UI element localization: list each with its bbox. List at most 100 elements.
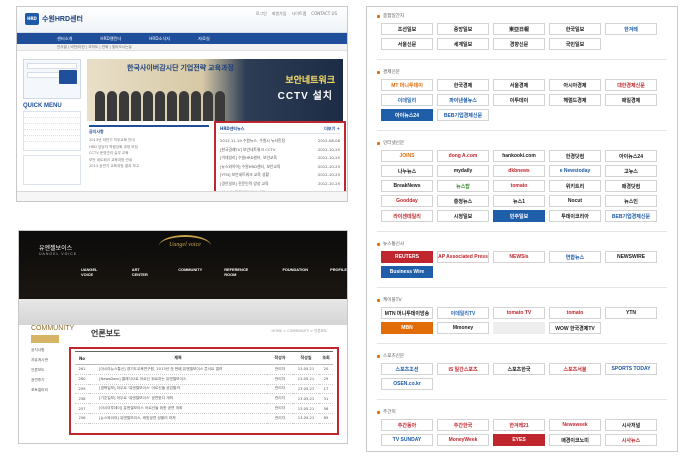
hrd-news-row[interactable]: [뉴스와이어] 수원HRD센터, 보안교육 2012-10-25 — [220, 163, 340, 172]
media-logo-tile[interactable]: IS 일간스포츠 — [437, 363, 489, 375]
row-title[interactable]: [아시아투데이] 유엔젤보이스 어르신들 위한 공연 개최 — [89, 403, 267, 414]
media-logo-tile[interactable]: 뉴스탑 — [437, 180, 489, 192]
media-logo-tile[interactable]: hankooki.com — [493, 150, 545, 162]
hrd-sub-nav[interactable]: 인사말 | 비전/미션 | 조직도 | 연혁 | 찾아오시는길 — [17, 44, 347, 51]
hrd-board-row[interactable]: 2013 상반기 교육과정 결과 보고 — [89, 163, 209, 170]
media-logo-tile[interactable]: EYES — [493, 434, 545, 446]
media-logo-tile[interactable]: 충청뉴스 — [437, 195, 489, 207]
media-logo-tile[interactable]: 연합뉴스 — [549, 251, 601, 263]
media-logo-tile[interactable]: 이데일리TV — [437, 307, 489, 319]
media-logo-tile[interactable]: 한국경제 — [437, 79, 489, 91]
media-logo-tile[interactable]: AP Associated Press — [437, 251, 489, 263]
media-logo-tile[interactable]: REUTERS — [381, 251, 433, 263]
media-logo-tile[interactable]: 매경이코노미 — [549, 434, 601, 446]
media-logo-tile[interactable]: OSEN.co.kr — [381, 378, 433, 390]
media-logo-tile[interactable]: 위키트리 — [549, 180, 601, 192]
media-logo-tile[interactable]: Business Wire — [381, 266, 433, 278]
uv-logo[interactable]: 유엔젤보이스 UANGEL VOICE — [39, 243, 77, 256]
media-logo-tile[interactable]: 주간한국 — [437, 419, 489, 431]
media-logo-tile[interactable]: 시사저널 — [605, 419, 657, 431]
hrd-news-row[interactable]: [YTN] 보안네트워크 교육 성황 2012-10-25 — [220, 171, 340, 180]
media-logo-tile[interactable]: NEWSis — [493, 251, 545, 263]
media-logo-tile[interactable]: 이데일리 — [381, 94, 433, 106]
media-logo-tile[interactable]: 국민일보 — [549, 38, 601, 50]
media-logo-tile[interactable] — [493, 322, 545, 334]
media-logo-tile[interactable]: 한겨레 — [605, 23, 657, 35]
hrd-top-link[interactable]: 로그인 — [256, 11, 267, 17]
media-logo-tile[interactable]: 서울경제 — [493, 79, 545, 91]
hrd-quick-item[interactable] — [24, 136, 80, 142]
hrd-login-button[interactable] — [59, 70, 77, 84]
media-logo-tile[interactable]: 스포츠조선 — [381, 363, 433, 375]
media-logo-tile[interactable]: 한경닷컴 — [549, 150, 601, 162]
hrd-news-more-link[interactable]: 더보기 + — [324, 126, 340, 132]
hrd-nav-item[interactable]: HRD소식지 — [149, 36, 170, 42]
media-logo-tile[interactable]: 경향신문 — [493, 38, 545, 50]
media-logo-tile[interactable]: 민주일보 — [493, 210, 545, 222]
media-logo-tile[interactable]: 아시아경제 — [549, 79, 601, 91]
hrd-news-row[interactable]: [한국경제TV] 보안네트워크 CCTV 2012-10-25 — [220, 146, 340, 155]
media-logo-tile[interactable]: 헤럴드경제 — [549, 94, 601, 106]
row-title[interactable]: [뉴스와이어] 유엔젤보이스, 희망공연 성황리 마쳐 — [89, 413, 267, 424]
media-logo-tile[interactable]: 대한경제신문 — [605, 79, 657, 91]
hrd-news-row[interactable]: 2012.11.19 수원뉴스, 수원시 뉴서민정 2012-08-08 — [220, 137, 340, 146]
media-logo-tile[interactable]: 주간동아 — [381, 419, 433, 431]
uv-nav-item[interactable]: FOUNDATION — [282, 267, 308, 277]
media-logo-tile[interactable]: mydaily — [437, 165, 489, 177]
media-logo-tile[interactable]: 스포츠서울 — [549, 363, 601, 375]
row-title[interactable]: [아시아뉴스통신] 경기도교육연구원, 2013년 첫 번째 유엔젤보이스 콘서… — [89, 364, 267, 375]
uv-nav-item[interactable]: COMMUNITY — [178, 267, 202, 277]
uv-nav-item[interactable]: REFERENCE ROOM — [224, 267, 260, 277]
hrd-main-banner[interactable]: 한국사이버감시단 기업전략 교육과정 보안네트워크 CCTV 설치 — [87, 59, 343, 121]
hrd-top-link[interactable]: CONTACT US — [311, 11, 337, 17]
media-logo-tile[interactable]: 이투데이 — [493, 94, 545, 106]
uv-side-item[interactable]: 공지사항 — [31, 348, 59, 353]
media-logo-tile[interactable]: MBN — [381, 322, 433, 334]
table-row[interactable]: 261 [아시아뉴스통신] 경기도교육연구원, 2013년 첫 번째 유엔젤보이스… — [75, 364, 333, 375]
uv-nav-item[interactable]: UANGEL VOICE — [81, 267, 110, 277]
table-row[interactable]: 257 [아시아투데이] 유엔젤보이스 어르신들 위한 공연 개최 관리자 13.05… — [75, 403, 333, 414]
media-logo-tile[interactable]: 스포츠한국 — [493, 363, 545, 375]
media-logo-tile[interactable]: 나누뉴스 — [381, 165, 433, 177]
hrd-news-row[interactable]: [경인일보] 전문인력 양성 교육 2012-10-25 — [220, 180, 340, 189]
media-logo-tile[interactable]: 파이낸셜뉴스 — [437, 94, 489, 106]
media-logo-tile[interactable]: dong A.com — [437, 150, 489, 162]
media-logo-tile[interactable]: 라이센데일리 — [381, 210, 433, 222]
table-row[interactable]: 260 [NewsDam] 클래식으로 어르신 위로하는 유엔젤보이스 관리자 13.… — [75, 374, 333, 385]
hrd-top-link[interactable]: 사이트맵 — [292, 11, 307, 17]
media-logo-tile[interactable]: MoneyWeek — [437, 434, 489, 446]
hrd-nav-item[interactable]: 자료실 — [198, 36, 210, 42]
media-logo-tile[interactable]: 시정일보 — [437, 210, 489, 222]
uv-side-item[interactable]: 언론보도 — [31, 368, 59, 373]
media-logo-tile[interactable]: tomato — [493, 180, 545, 192]
row-title[interactable]: [NewsDam] 클래식으로 어르신 위로하는 유엔젤보이스 — [89, 374, 267, 385]
media-logo-tile[interactable]: MTN 머니투데이방송 — [381, 307, 433, 319]
hrd-nav-item[interactable]: HRD캘린더 — [100, 36, 121, 42]
media-logo-tile[interactable]: 투데이코리아 — [549, 210, 601, 222]
media-logo-tile[interactable]: 한국일보 — [549, 23, 601, 35]
media-logo-tile[interactable]: 뉴스인 — [605, 195, 657, 207]
media-logo-tile[interactable]: BEB기업경제신문 — [605, 210, 657, 222]
media-logo-tile[interactable]: WOW 한국경제TV — [549, 322, 601, 334]
media-logo-tile[interactable]: Goodday — [381, 195, 433, 207]
hrd-logo[interactable]: HRD 수원HRD센터 — [25, 13, 83, 25]
uv-nav-item[interactable]: PROFILE — [330, 267, 347, 277]
uv-side-item[interactable]: 포토갤러리 — [31, 388, 59, 393]
media-logo-tile[interactable]: 매일경제 — [605, 94, 657, 106]
hrd-nav-item[interactable]: 센터소개 — [57, 36, 72, 42]
media-logo-tile[interactable]: TV SUNDAY — [381, 434, 433, 446]
media-logo-tile[interactable]: JOINS — [381, 150, 433, 162]
media-logo-tile[interactable]: 세계일보 — [437, 38, 489, 50]
media-logo-tile[interactable]: 한겨레21 — [493, 419, 545, 431]
media-logo-tile[interactable]: SPORTS TODAY — [605, 363, 657, 375]
media-logo-tile[interactable]: 서울신문 — [381, 38, 433, 50]
media-logo-tile[interactable]: 東亞日報 — [493, 23, 545, 35]
media-logo-tile[interactable]: 조선일보 — [381, 23, 433, 35]
table-row[interactable]: 256 [뉴스와이어] 유엔젤보이스, 희망공연 성황리 마쳐 관리자 13.05.2… — [75, 413, 333, 424]
media-logo-tile[interactable]: BEB기업경제신문 — [437, 109, 489, 121]
media-logo-tile[interactable]: 고뉴스 — [605, 165, 657, 177]
media-logo-tile[interactable]: Nocut — [549, 195, 601, 207]
media-logo-tile[interactable]: dkbnews — [493, 165, 545, 177]
media-logo-tile[interactable]: YTN — [605, 307, 657, 319]
row-title[interactable]: [경북일보] 어우르 '유엔젤보이스' 어르신들 공감할까 — [89, 384, 267, 395]
